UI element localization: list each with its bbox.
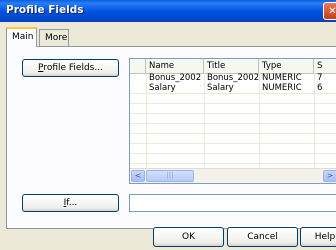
cell-s: 6 [317,83,323,93]
cell-type: NUMERIC [262,73,302,83]
close-icon: ✕ [328,6,336,17]
horizontal-scrollbar[interactable]: < ||| > [130,168,336,183]
profile-fields-button[interactable]: Profile Fields... [22,59,119,77]
column-header-select[interactable] [130,59,146,73]
scrollbar-thumb[interactable]: ||| [146,170,194,182]
cell-title: Bonus_2002 [207,73,259,83]
cell-title: Salary [207,83,234,93]
profile-fields-list[interactable]: Name Title Type S Bonus_2002 Bonus_2002 … [129,58,336,184]
ok-button[interactable]: OK [153,227,224,247]
if-label: f... [66,198,78,208]
grid-divider [130,113,336,114]
column-header-type[interactable]: Type [259,59,314,73]
window-title: Profile Fields [6,4,84,16]
cancel-button[interactable]: Cancel [227,227,298,247]
help-button[interactable]: Help [300,227,336,247]
grid-divider [130,103,336,104]
cell-s: 7 [317,73,323,83]
list-header: Name Title Type S [130,59,336,74]
if-condition-field[interactable] [129,194,336,212]
if-button[interactable]: If... [22,194,119,212]
table-row[interactable]: Salary Salary NUMERIC 6 [130,83,336,93]
tab-more[interactable]: More [39,29,69,46]
grid-divider [130,123,336,124]
close-button[interactable]: ✕ [323,2,336,20]
grid-divider [130,153,336,154]
table-row[interactable]: Bonus_2002 Bonus_2002 NUMERIC 7 [130,73,336,83]
profile-fields-dialog: Profile Fields ✕ Main More Profile Field… [0,0,336,250]
profile-fields-label: rofile Fields... [43,63,103,73]
grid-divider [130,143,336,144]
grid-divider [130,133,336,134]
scroll-right-button[interactable]: > [323,170,336,182]
chevron-right-icon: > [326,171,334,180]
cell-name: Bonus_2002 [149,73,202,83]
tab-more-label: More [45,33,68,43]
grid-divider [130,93,336,94]
grid-divider [130,163,336,164]
column-header-title[interactable]: Title [204,59,259,73]
tab-main[interactable]: Main [6,27,37,47]
tab-main-label: Main [12,32,34,42]
column-header-s[interactable]: S [314,59,336,73]
scroll-left-button[interactable]: < [131,170,145,182]
grip-icon: ||| [166,171,174,179]
column-header-name[interactable]: Name [146,59,204,73]
cell-type: NUMERIC [262,83,302,93]
cell-name: Salary [149,83,176,93]
chevron-left-icon: < [134,171,142,180]
title-bar: Profile Fields ✕ [0,0,336,22]
